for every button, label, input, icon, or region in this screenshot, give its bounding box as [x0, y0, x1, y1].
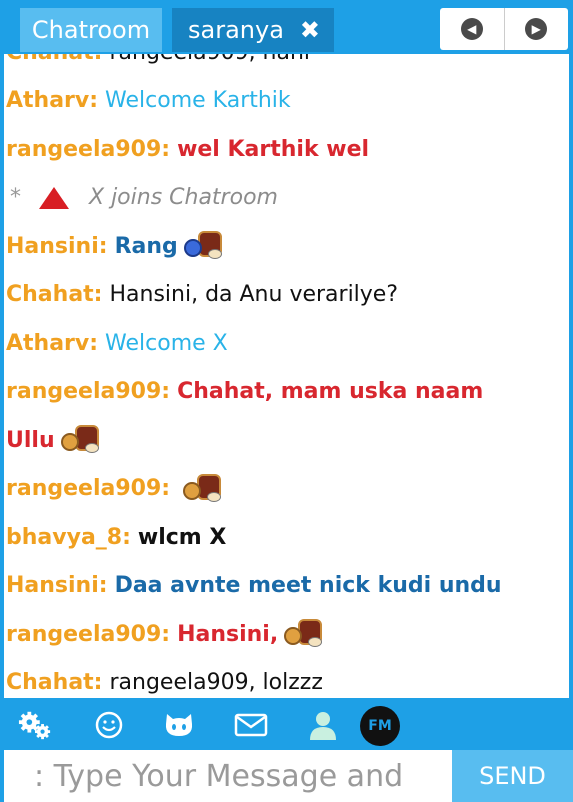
- tab-navigation: ◀ ▶: [440, 8, 568, 50]
- chat-message: Hansini: Rang: [4, 222, 569, 271]
- tab-bar: Chatroom saranya ✖ ◀ ▶: [0, 0, 573, 54]
- message-text: Ullu: [6, 427, 55, 453]
- message-text: wel Karthik wel: [177, 136, 370, 162]
- chat-message: rangeela909:: [4, 465, 569, 514]
- settings-gears-icon[interactable]: [18, 708, 52, 742]
- tab-chatroom-label: Chatroom: [31, 16, 151, 44]
- tab-chatroom[interactable]: Chatroom: [20, 8, 162, 52]
- message-username[interactable]: Chahat:: [6, 282, 102, 307]
- emoticon-icon: [57, 425, 101, 455]
- message-username[interactable]: Chahat:: [6, 54, 102, 65]
- message-text: rangeela909, lolzzz: [109, 670, 323, 696]
- message-text: rangeela909, hahi: [109, 54, 310, 65]
- chat-message: Ullu: [4, 416, 569, 465]
- message-username[interactable]: Atharv:: [6, 331, 98, 356]
- close-icon[interactable]: ✖: [300, 16, 320, 44]
- next-tab-button[interactable]: ▶: [503, 8, 569, 50]
- user-icon[interactable]: [306, 708, 340, 742]
- system-star: *: [10, 185, 21, 211]
- chat-message: Chahat: rangeela909, hahi: [4, 54, 569, 77]
- tab-private-label: saranya: [188, 16, 284, 44]
- message-input[interactable]: [4, 750, 452, 802]
- message-username[interactable]: bhavya_8:: [6, 525, 131, 550]
- chat-message: Hansini: Daa avnte meet nick kudi undu: [4, 562, 569, 611]
- message-text: Chahat, mam uska naam: [177, 379, 484, 405]
- message-username[interactable]: Hansini:: [6, 573, 108, 598]
- chat-message: Chahat: rangeela909, lolzzz: [4, 659, 569, 699]
- chat-message: bhavya_8: wlcm X: [4, 513, 569, 562]
- message-text: Hansini, da Anu verarilye?: [109, 282, 399, 308]
- chevron-right-icon: ▶: [525, 18, 548, 40]
- chevron-left-icon: ◀: [460, 18, 483, 40]
- message-username[interactable]: Atharv:: [6, 88, 98, 113]
- chat-message: rangeela909: Hansini,: [4, 610, 569, 659]
- message-username[interactable]: rangeela909:: [6, 379, 170, 404]
- github-cat-icon[interactable]: [162, 708, 196, 742]
- message-area[interactable]: Chahat: rangeela909, hahiAtharv: Welcome…: [4, 54, 569, 698]
- composer: SEND: [0, 748, 573, 802]
- message-username[interactable]: Hansini:: [6, 234, 108, 259]
- message-username[interactable]: rangeela909:: [6, 476, 170, 501]
- message-text: Daa avnte meet nick kudi undu: [114, 573, 502, 599]
- message-text: Welcome Karthik: [105, 88, 291, 114]
- message-text: wlcm X: [137, 524, 227, 550]
- emoticon-icon: [179, 473, 223, 504]
- chat-message: Chahat: Hansini, da Anu verarilye?: [4, 271, 569, 320]
- emoticon-icon: [280, 619, 324, 649]
- smiley-icon[interactable]: [92, 708, 126, 742]
- message-list: Chahat: rangeela909, hahiAtharv: Welcome…: [4, 54, 569, 698]
- message-text: Welcome X: [105, 330, 228, 356]
- chat-message: Atharv: Welcome X: [4, 319, 569, 368]
- tab-private-chat[interactable]: saranya ✖: [172, 8, 334, 52]
- chat-message: rangeela909: Chahat, mam uska naam: [4, 368, 569, 417]
- mail-icon[interactable]: [234, 708, 268, 742]
- send-button[interactable]: SEND: [452, 750, 573, 802]
- fm-radio-icon[interactable]: FM: [360, 706, 400, 746]
- chat-message: Atharv: Welcome Karthik: [4, 77, 569, 126]
- message-username[interactable]: rangeela909:: [6, 137, 170, 162]
- message-text: Rang: [114, 233, 178, 259]
- system-text: X joins Chatroom: [89, 185, 278, 211]
- message-username[interactable]: rangeela909:: [6, 622, 170, 647]
- message-username[interactable]: Chahat:: [6, 670, 102, 695]
- bottom-toolbar: [0, 700, 573, 748]
- prev-tab-button[interactable]: ◀: [440, 8, 504, 50]
- system-message: * X joins Chatroom: [4, 174, 569, 223]
- emoticon-icon: [180, 231, 224, 261]
- warning-triangle-icon: [39, 186, 69, 209]
- message-text: Hansini,: [177, 621, 279, 647]
- chat-message: rangeela909: wel Karthik wel: [4, 125, 569, 174]
